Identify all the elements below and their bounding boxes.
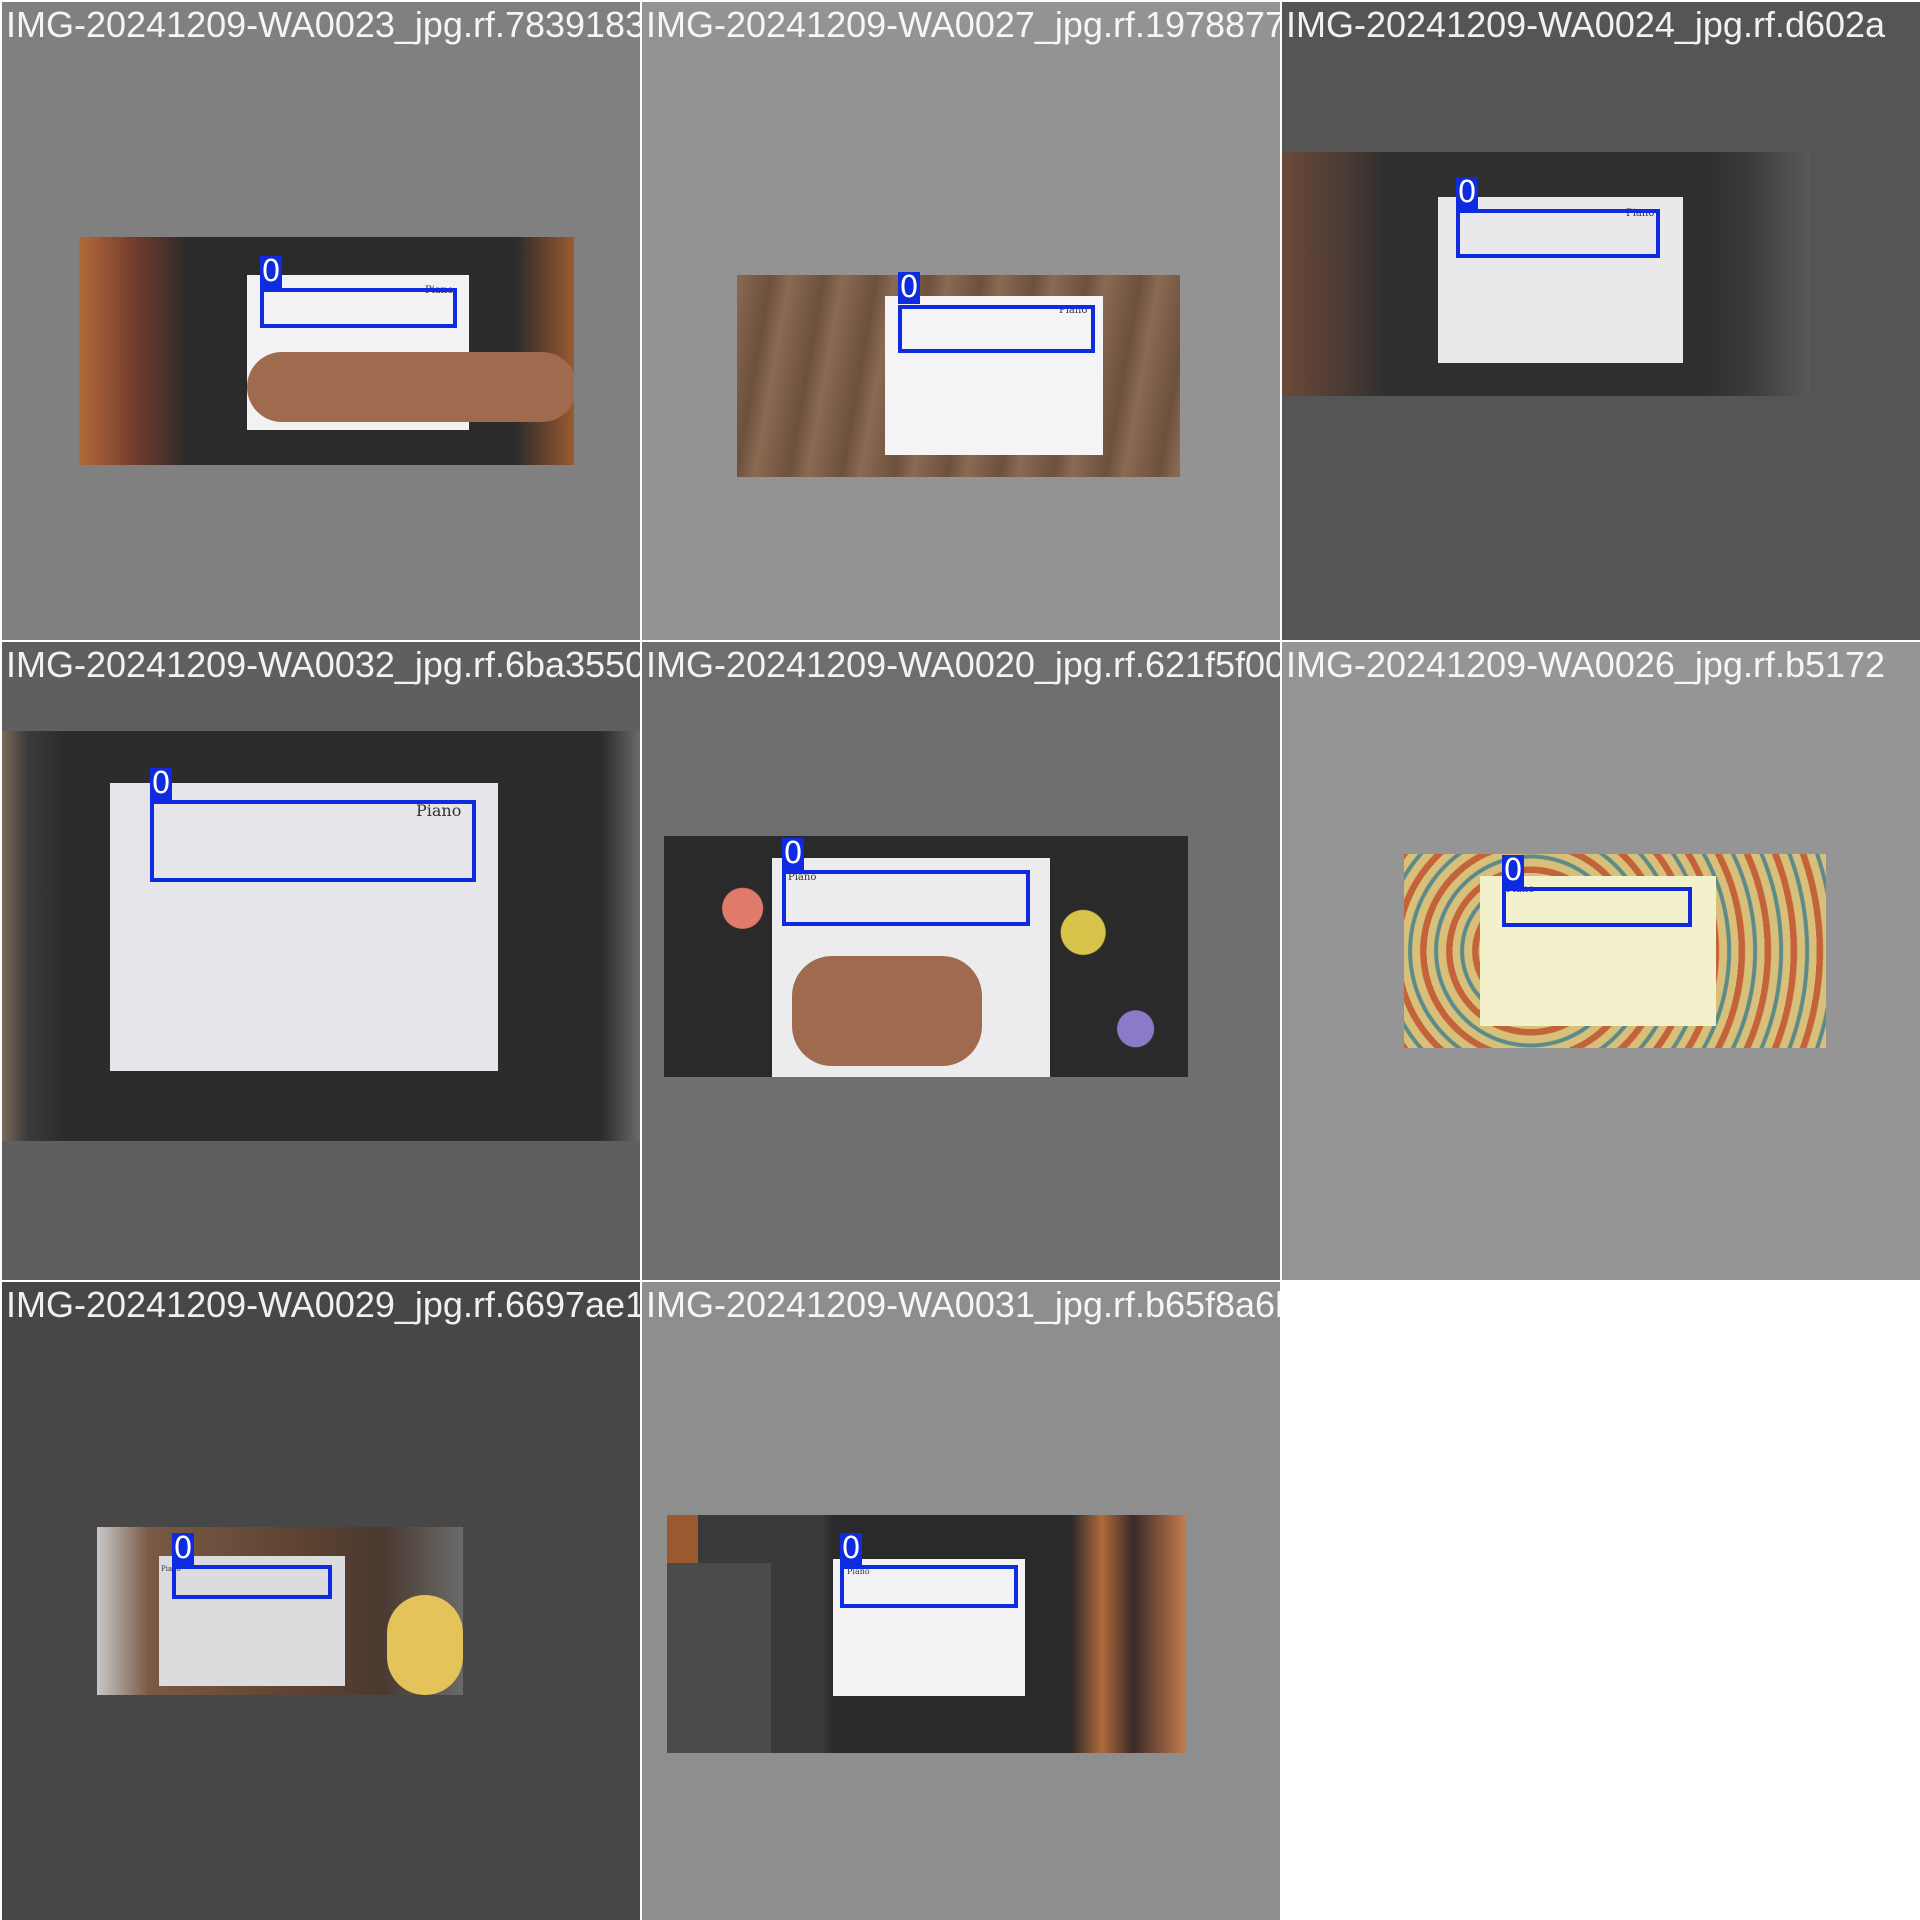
mosaic-tile-3: Piano 0 IMG-20241209-WA0024_jpg.rf.d602a	[1282, 2, 1920, 640]
class-label: 0	[260, 254, 282, 289]
image-filename: IMG-20241209-WA0031_jpg.rf.b65f8a6b3bd6c	[646, 1284, 1394, 1325]
class-label: 0	[1456, 175, 1478, 210]
mosaic-tile-5: Piano 0 IMG-20241209-WA0020_jpg.rf.621f5…	[642, 642, 1280, 1280]
class-label: 0	[840, 1531, 862, 1566]
photo: Piano	[1282, 152, 1810, 396]
detection-box	[172, 1565, 332, 1599]
image-filename: IMG-20241209-WA0027_jpg.rf.19788770d5702…	[646, 4, 1280, 45]
detection-box	[898, 305, 1095, 353]
hand	[792, 956, 982, 1066]
photo: Piano	[79, 237, 574, 465]
mosaic-tile-2: Piano 0 IMG-20241209-WA0027_jpg.rf.19788…	[642, 2, 1280, 640]
class-label: 0	[1502, 853, 1524, 888]
detection-box	[260, 288, 457, 328]
class-label: 0	[172, 1531, 194, 1566]
photo: Piano	[97, 1527, 463, 1695]
class-label: 0	[150, 766, 172, 801]
photo: Piano	[667, 1515, 1185, 1753]
class-label: 0	[782, 836, 804, 871]
photo: Piano	[1404, 854, 1826, 1048]
image-filename: IMG-20241209-WA0032_jpg.rf.6ba355061884	[6, 644, 640, 685]
mosaic-tile-1: Piano 0 IMG-20241209-WA0023_jpg.rf.78391…	[2, 2, 640, 640]
image-filename: IMG-20241209-WA0026_jpg.rf.b5172	[1286, 644, 1886, 685]
detection-box	[840, 1565, 1018, 1608]
laptop	[667, 1563, 771, 1753]
photo: Piano	[2, 731, 640, 1141]
hand	[247, 352, 574, 422]
class-label: 0	[898, 270, 920, 305]
image-filename: IMG-20241209-WA0024_jpg.rf.d602a	[1286, 4, 1886, 45]
mosaic-tile-8: Piano 0 IMG-20241209-WA0031_jpg.rf.b65f8…	[642, 1282, 1393, 1920]
detection-box	[1456, 209, 1660, 258]
mosaic-tile-4: Piano 0 IMG-20241209-WA0032_jpg.rf.6ba35…	[2, 642, 640, 1280]
mosaic-tile-6: Piano 0 IMG-20241209-WA0026_jpg.rf.b5172	[1282, 642, 1920, 1280]
detection-box	[1502, 887, 1692, 927]
pasta-bowl	[387, 1595, 463, 1695]
image-filename: IMG-20241209-WA0020_jpg.rf.621f5f00cd7	[646, 644, 1280, 685]
mosaic-tile-7: Piano 0 IMG-20241209-WA0029_jpg.rf.6697a…	[2, 1282, 640, 1920]
image-filename: IMG-20241209-WA0023_jpg.rf.78391830c9ed	[6, 4, 640, 45]
detection-box	[150, 800, 476, 882]
detection-box	[782, 870, 1030, 926]
image-filename: IMG-20241209-WA0029_jpg.rf.6697ae1e2833	[6, 1284, 640, 1325]
